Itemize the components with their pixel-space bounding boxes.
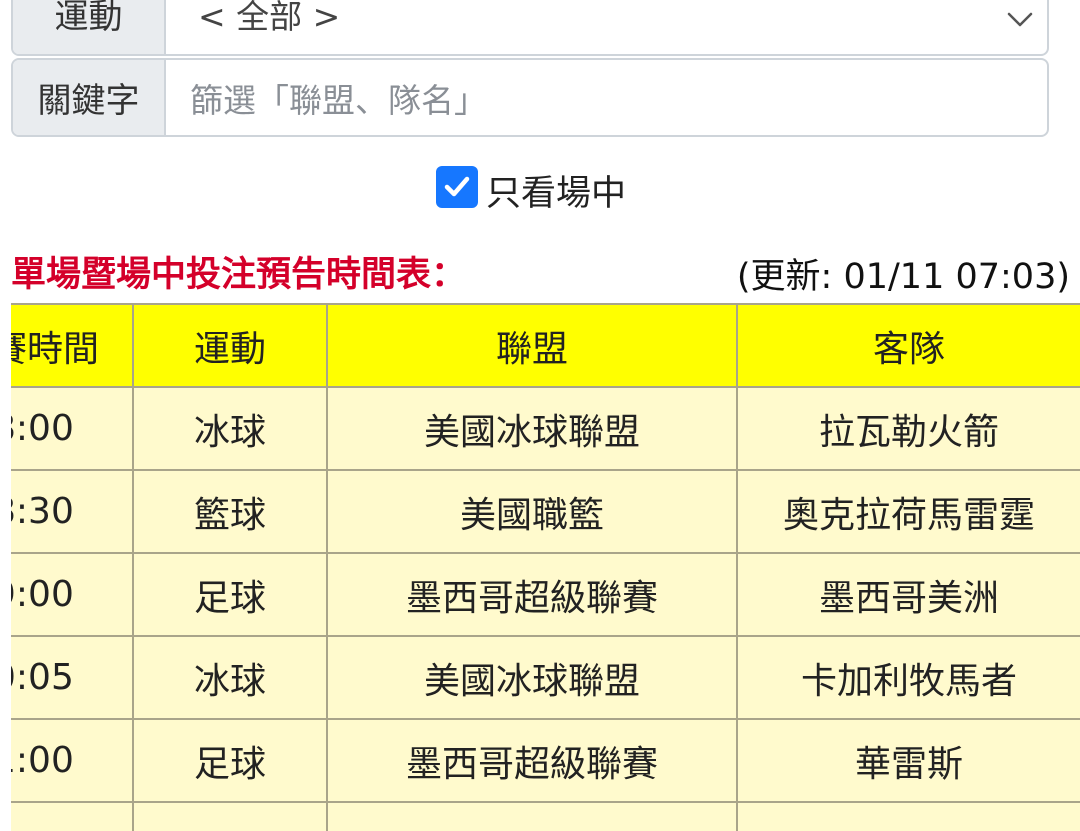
cell-away: 卡加利牧馬者 xyxy=(736,635,1080,720)
cell-empty xyxy=(11,801,134,831)
section-title: 單場暨場中投注預告時間表： xyxy=(11,255,467,295)
cell-time: 8:30 xyxy=(11,469,134,554)
table-row[interactable]: 1:00 足球 墨西哥超級聯賽 華雷斯 xyxy=(11,718,1080,803)
only-live-checkbox[interactable] xyxy=(436,165,478,208)
table-row[interactable]: 8:00 冰球 美國冰球聯盟 拉瓦勒火箭 xyxy=(11,386,1080,471)
cell-sport: 籃球 xyxy=(132,469,328,554)
table-header-row: 賽時間 運動 聯盟 客隊 xyxy=(11,303,1080,388)
table-row-partial xyxy=(11,801,1080,831)
cell-league: 墨西哥超級聯賽 xyxy=(326,552,738,637)
sport-select-value: < 全部 > xyxy=(198,0,341,36)
cell-league: 墨西哥超級聯賽 xyxy=(326,718,738,803)
cell-away: 墨西哥美洲 xyxy=(736,552,1080,637)
header-sport: 運動 xyxy=(132,303,328,388)
cell-away: 華雷斯 xyxy=(736,718,1080,803)
cell-empty xyxy=(736,801,1080,831)
header-time: 賽時間 xyxy=(11,303,134,388)
cell-league: 美國冰球聯盟 xyxy=(326,635,738,720)
keyword-filter-label: 關鍵字 xyxy=(13,60,166,135)
table-row[interactable]: 0:05 冰球 美國冰球聯盟 卡加利牧馬者 xyxy=(11,635,1080,720)
keyword-filter: 關鍵字 篩選「聯盟、隊名」 xyxy=(11,58,1049,137)
sport-select[interactable]: < 全部 > xyxy=(166,0,1047,54)
cell-sport: 足球 xyxy=(132,718,328,803)
page: 運 動 < 全部 > 關鍵字 篩選「聯盟、隊名」 只看場中 單場暨場中投注預告時… xyxy=(0,0,1080,831)
cell-empty xyxy=(132,801,328,831)
chevron-down-icon xyxy=(1007,12,1033,27)
checkmark-icon xyxy=(444,176,470,196)
cell-league: 美國冰球聯盟 xyxy=(326,386,738,471)
cell-away: 拉瓦勒火箭 xyxy=(736,386,1080,471)
cell-empty xyxy=(326,801,738,831)
sport-filter-label: 運 動 xyxy=(13,0,166,54)
header-away: 客隊 xyxy=(736,303,1080,388)
cell-away: 奧克拉荷馬雷霆 xyxy=(736,469,1080,554)
cell-league: 美國職籃 xyxy=(326,469,738,554)
sport-label-char-2: 動 xyxy=(88,0,123,37)
update-time: (更新: 01/11 07:03) xyxy=(736,257,1070,297)
cell-time: 9:00 xyxy=(11,552,134,637)
sport-filter: 運 動 < 全部 > xyxy=(11,0,1049,56)
only-live-toggle[interactable]: 只看場中 xyxy=(436,157,626,216)
table-row[interactable]: 8:30 籃球 美國職籃 奧克拉荷馬雷霆 xyxy=(11,469,1080,554)
table-row[interactable]: 9:00 足球 墨西哥超級聯賽 墨西哥美洲 xyxy=(11,552,1080,637)
cell-sport: 冰球 xyxy=(132,635,328,720)
keyword-placeholder: 篩選「聯盟、隊名」 xyxy=(190,80,487,120)
only-live-label: 只看場中 xyxy=(486,174,627,214)
cell-sport: 足球 xyxy=(132,552,328,637)
schedule-table: 賽時間 運動 聯盟 客隊 8:00 冰球 美國冰球聯盟 拉瓦勒火箭 8:30 籃… xyxy=(11,303,1080,831)
cell-time: 1:00 xyxy=(11,718,134,803)
cell-sport: 冰球 xyxy=(132,386,328,471)
header-league: 聯盟 xyxy=(326,303,738,388)
cell-time: 0:05 xyxy=(11,635,134,720)
cell-time: 8:00 xyxy=(11,386,134,471)
keyword-input[interactable]: 篩選「聯盟、隊名」 xyxy=(166,60,1047,135)
